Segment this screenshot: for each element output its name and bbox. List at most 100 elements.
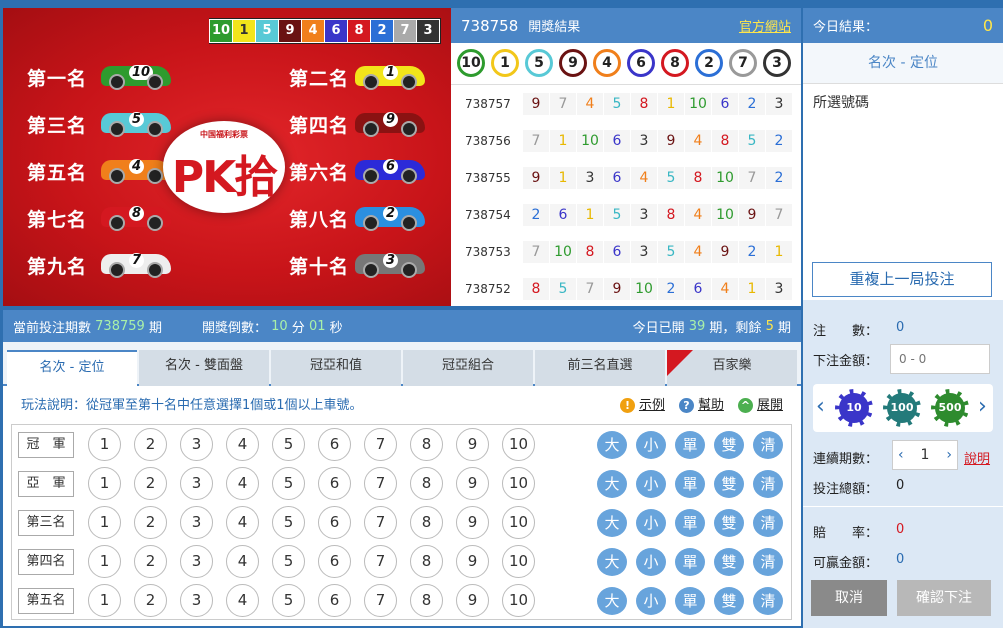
number-ball[interactable]: 1 — [88, 584, 121, 617]
example-link[interactable]: ! 示例 — [619, 394, 665, 413]
number-ball[interactable]: 8 — [410, 545, 443, 578]
number-ball[interactable]: 7 — [364, 428, 397, 461]
quick-pick-button[interactable]: 清 — [753, 430, 783, 459]
quick-pick-button[interactable]: 雙 — [714, 586, 744, 615]
help-link[interactable]: ? 幫助 — [678, 394, 724, 413]
quick-pick-button[interactable]: 大 — [597, 469, 627, 498]
quick-pick-button[interactable]: 大 — [597, 508, 627, 537]
number-ball[interactable]: 3 — [180, 467, 213, 500]
quick-pick-button[interactable]: 單 — [675, 430, 705, 459]
number-ball[interactable]: 1 — [88, 467, 121, 500]
explain-link[interactable]: 說明 — [964, 448, 990, 467]
number-ball[interactable]: 5 — [272, 506, 305, 539]
tab-6[interactable]: 百家樂 — [667, 350, 797, 386]
number-ball[interactable]: 8 — [410, 467, 443, 500]
number-ball[interactable]: 6 — [318, 506, 351, 539]
repeat-last-bet-button[interactable]: 重複上一局投注 — [812, 262, 992, 297]
quick-pick-button[interactable]: 清 — [753, 508, 783, 537]
number-ball[interactable]: 10 — [502, 506, 535, 539]
number-ball[interactable]: 1 — [88, 428, 121, 461]
number-ball[interactable]: 3 — [180, 506, 213, 539]
stepper-minus-icon[interactable]: ‹ — [898, 447, 904, 463]
cancel-button[interactable]: 取消 — [811, 580, 887, 616]
number-ball[interactable]: 10 — [502, 545, 535, 578]
number-ball[interactable]: 4 — [226, 428, 259, 461]
quick-pick-button[interactable]: 小 — [636, 469, 666, 498]
amount-input[interactable] — [890, 344, 990, 374]
number-ball[interactable]: 2 — [134, 584, 167, 617]
number-ball[interactable]: 5 — [272, 545, 305, 578]
chip-100[interactable]: 100 — [883, 389, 921, 427]
tab-5[interactable]: 前三名直選 — [535, 350, 665, 386]
number-ball[interactable]: 6 — [318, 467, 351, 500]
number-ball[interactable]: 5 — [272, 428, 305, 461]
chevron-left-icon[interactable]: ‹ — [816, 394, 825, 419]
number-ball[interactable]: 9 — [456, 584, 489, 617]
quick-pick-button[interactable]: 單 — [675, 586, 705, 615]
quick-pick-button[interactable]: 小 — [636, 547, 666, 576]
number-ball[interactable]: 10 — [502, 428, 535, 461]
quick-pick-button[interactable]: 清 — [753, 586, 783, 615]
tab-1[interactable]: 名次 - 定位 — [7, 350, 137, 386]
number-ball[interactable]: 6 — [318, 545, 351, 578]
number-ball[interactable]: 7 — [364, 467, 397, 500]
continuous-stepper[interactable]: ‹ 1 › — [892, 440, 958, 470]
quick-pick-button[interactable]: 清 — [753, 469, 783, 498]
stepper-plus-icon[interactable]: › — [946, 447, 952, 463]
number-ball[interactable]: 6 — [318, 428, 351, 461]
number-ball[interactable]: 9 — [456, 428, 489, 461]
chevron-right-icon[interactable]: › — [978, 394, 987, 419]
tab-3[interactable]: 冠亞和值 — [271, 350, 401, 386]
number-ball[interactable]: 9 — [456, 467, 489, 500]
quick-pick-button[interactable]: 大 — [597, 430, 627, 459]
quick-pick-button[interactable]: 單 — [675, 469, 705, 498]
remaining-unit: 期 — [777, 320, 791, 336]
number-ball[interactable]: 7 — [364, 584, 397, 617]
chip-10[interactable]: 10 — [835, 389, 873, 427]
number-ball[interactable]: 4 — [226, 467, 259, 500]
number-ball[interactable]: 3 — [180, 545, 213, 578]
number-ball[interactable]: 5 — [272, 467, 305, 500]
quick-pick-button[interactable]: 小 — [636, 430, 666, 459]
quick-pick-button[interactable]: 雙 — [714, 547, 744, 576]
expand-link[interactable]: ^ 展開 — [737, 394, 783, 413]
number-ball[interactable]: 9 — [456, 506, 489, 539]
tab-4[interactable]: 冠亞組合 — [403, 350, 533, 386]
number-ball[interactable]: 8 — [410, 584, 443, 617]
quick-pick-button[interactable]: 雙 — [714, 469, 744, 498]
quick-pick-button[interactable]: 小 — [636, 508, 666, 537]
quick-pick-button[interactable]: 大 — [597, 586, 627, 615]
number-ball[interactable]: 2 — [134, 467, 167, 500]
number-ball[interactable]: 8 — [410, 506, 443, 539]
number-ball[interactable]: 7 — [364, 545, 397, 578]
number-ball[interactable]: 4 — [226, 506, 259, 539]
number-ball[interactable]: 9 — [456, 545, 489, 578]
number-ball[interactable]: 5 — [272, 584, 305, 617]
quick-pick-button[interactable]: 雙 — [714, 430, 744, 459]
number-ball[interactable]: 2 — [134, 428, 167, 461]
number-ball[interactable]: 2 — [134, 506, 167, 539]
number-ball[interactable]: 10 — [502, 467, 535, 500]
quick-pick-button[interactable]: 雙 — [714, 508, 744, 537]
number-ball[interactable]: 1 — [88, 545, 121, 578]
number-ball[interactable]: 7 — [364, 506, 397, 539]
official-site-link[interactable]: 官方網站 — [739, 16, 791, 35]
chip-500[interactable]: 500 — [931, 389, 969, 427]
number-ball[interactable]: 6 — [318, 584, 351, 617]
number-ball[interactable]: 4 — [226, 545, 259, 578]
quick-pick-button[interactable]: 單 — [675, 547, 705, 576]
quick-pick-button[interactable]: 清 — [753, 547, 783, 576]
number-ball[interactable]: 10 — [502, 584, 535, 617]
number-ball[interactable]: 2 — [134, 545, 167, 578]
quick-pick-button[interactable]: 小 — [636, 586, 666, 615]
number-ball[interactable]: 3 — [180, 428, 213, 461]
number-ball[interactable]: 4 — [226, 584, 259, 617]
quick-pick-button[interactable]: 大 — [597, 547, 627, 576]
number-ball[interactable]: 8 — [410, 428, 443, 461]
number-ball[interactable]: 1 — [88, 506, 121, 539]
confirm-bet-button[interactable]: 確認下注 — [897, 580, 991, 616]
picked-numbers-label: 所選號碼 — [813, 95, 869, 111]
number-ball[interactable]: 3 — [180, 584, 213, 617]
quick-pick-button[interactable]: 單 — [675, 508, 705, 537]
tab-2[interactable]: 名次 - 雙面盤 — [139, 350, 269, 386]
